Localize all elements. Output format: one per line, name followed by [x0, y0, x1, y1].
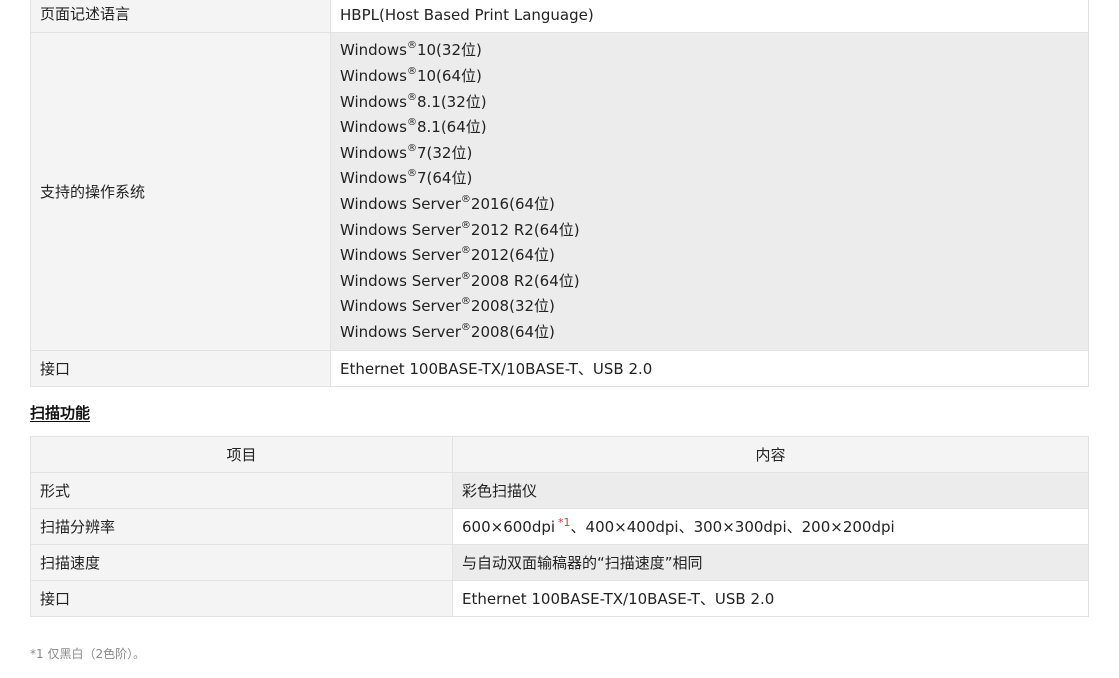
os-list-item: Windows Server®2008(32位)	[340, 294, 1088, 320]
os-name: Windows Server	[340, 220, 461, 239]
row-label: 支持的操作系统	[30, 32, 331, 351]
os-version: 7(64位)	[416, 169, 473, 188]
table-row: 形式 彩色扫描仪	[30, 472, 1089, 509]
os-list-item: Windows®10(32位)	[340, 38, 1088, 64]
registered-mark: ®	[406, 142, 417, 154]
registered-mark: ®	[406, 40, 417, 52]
os-list-item: Windows®7(64位)	[340, 166, 1088, 192]
registered-mark: ®	[406, 66, 417, 78]
os-list-item: Windows®10(64位)	[340, 64, 1088, 90]
os-list-item: Windows®8.1(64位)	[340, 115, 1088, 141]
table-row: 页面记述语言 HBPL(Host Based Print Language)	[30, 0, 1089, 33]
table-row: 扫描分辨率 600×600dpi *1、400×400dpi、300×300dpi…	[30, 508, 1089, 545]
os-version: 10(32位)	[416, 41, 482, 60]
os-version: 2008(32位)	[470, 297, 555, 316]
os-version: 8.1(64位)	[416, 118, 487, 137]
registered-mark: ®	[406, 168, 417, 180]
os-list-item: Windows®8.1(32位)	[340, 90, 1088, 116]
column-header-item: 项目	[30, 436, 453, 473]
table-row: 支持的操作系统 Windows®10(32位) Windows®10(64位) Wi…	[30, 32, 1089, 351]
row-label: 页面记述语言	[30, 0, 331, 33]
os-version: 2012 R2(64位)	[470, 220, 580, 239]
os-version: 8.1(32位)	[416, 92, 487, 111]
os-list-item: Windows®7(32位)	[340, 141, 1088, 167]
row-value: HBPL(Host Based Print Language)	[330, 0, 1089, 33]
row-label: 扫描速度	[30, 544, 453, 581]
os-list-item: Windows Server®2016(64位)	[340, 192, 1088, 218]
os-name: Windows Server	[340, 271, 461, 290]
os-list: Windows®10(32位) Windows®10(64位) Windows®8.…	[340, 35, 1088, 347]
os-version: 10(64位)	[416, 67, 482, 86]
registered-mark: ®	[460, 321, 471, 333]
os-version: 2008(64位)	[470, 322, 555, 341]
section-title: 扫描功能	[30, 404, 91, 422]
row-label: 形式	[30, 472, 453, 509]
registered-mark: ®	[406, 117, 417, 129]
os-name: Windows	[340, 169, 407, 188]
registered-mark: ®	[460, 296, 471, 308]
os-name: Windows	[340, 67, 407, 86]
os-name: Windows Server	[340, 195, 461, 213]
row-value: 与自动双面输稿器的“扫描速度”相同	[452, 544, 1089, 581]
row-label: 接口	[30, 580, 453, 617]
os-name: Windows Server	[340, 297, 461, 316]
registered-mark: ®	[406, 91, 417, 103]
row-label: 扫描分辨率	[30, 508, 453, 545]
os-name: Windows	[340, 92, 407, 111]
os-name: Windows	[340, 143, 407, 162]
os-list-item: Windows Server®2008(64位)	[340, 320, 1088, 346]
os-name: Windows	[340, 118, 407, 137]
registered-mark: ®	[460, 219, 471, 231]
os-version: 2008 R2(64位)	[470, 271, 580, 290]
row-value: 600×600dpi *1、400×400dpi、300×300dpi、200×2…	[452, 508, 1089, 545]
os-version: 7(32位)	[416, 143, 473, 162]
footnote: *1 仅黑白（2色阶）。	[30, 647, 146, 661]
row-label: 接口	[30, 350, 331, 387]
os-list-cell: Windows®10(32位) Windows®10(64位) Windows®8.…	[330, 32, 1089, 351]
spec-page: 页面记述语言 HBPL(Host Based Print Language) 支…	[0, 0, 1119, 678]
table-row: 扫描速度 与自动双面输稿器的“扫描速度”相同	[30, 544, 1089, 581]
os-list-item: Windows Server®2008 R2(64位)	[340, 269, 1088, 295]
column-header-content: 内容	[452, 436, 1089, 473]
row-value: Ethernet 100BASE-TX/10BASE-T、USB 2.0	[330, 350, 1089, 387]
printer-spec-table: 页面记述语言 HBPL(Host Based Print Language) 支…	[30, 0, 1089, 387]
footnote-ref-link[interactable]: *1	[558, 516, 571, 529]
os-version: 2012(64位)	[470, 246, 555, 265]
resolution-rest: 、400×400dpi、300×300dpi、200×200dpi	[570, 518, 895, 536]
os-list-item: Windows Server®2012 R2(64位)	[340, 218, 1088, 244]
registered-mark: ®	[460, 194, 471, 205]
table-row: 接口 Ethernet 100BASE-TX/10BASE-T、USB 2.0	[30, 580, 1089, 617]
os-list-item: Windows Server®2012(64位)	[340, 243, 1088, 269]
os-name: Windows Server	[340, 246, 461, 265]
scan-spec-table: 项目 内容 形式 彩色扫描仪 扫描分辨率 600×600dpi *1、400×40…	[30, 436, 1089, 617]
row-value: Ethernet 100BASE-TX/10BASE-T、USB 2.0	[452, 580, 1089, 617]
row-value: 彩色扫描仪	[452, 472, 1089, 509]
os-name: Windows Server	[340, 322, 461, 341]
os-name: Windows	[340, 41, 407, 60]
table-row: 接口 Ethernet 100BASE-TX/10BASE-T、USB 2.0	[30, 350, 1089, 387]
registered-mark: ®	[460, 270, 471, 282]
registered-mark: ®	[460, 245, 471, 257]
os-version: 2016(64位)	[470, 195, 555, 213]
table-header-row: 项目 内容	[30, 436, 1089, 473]
resolution-main: 600×600dpi	[462, 518, 556, 536]
